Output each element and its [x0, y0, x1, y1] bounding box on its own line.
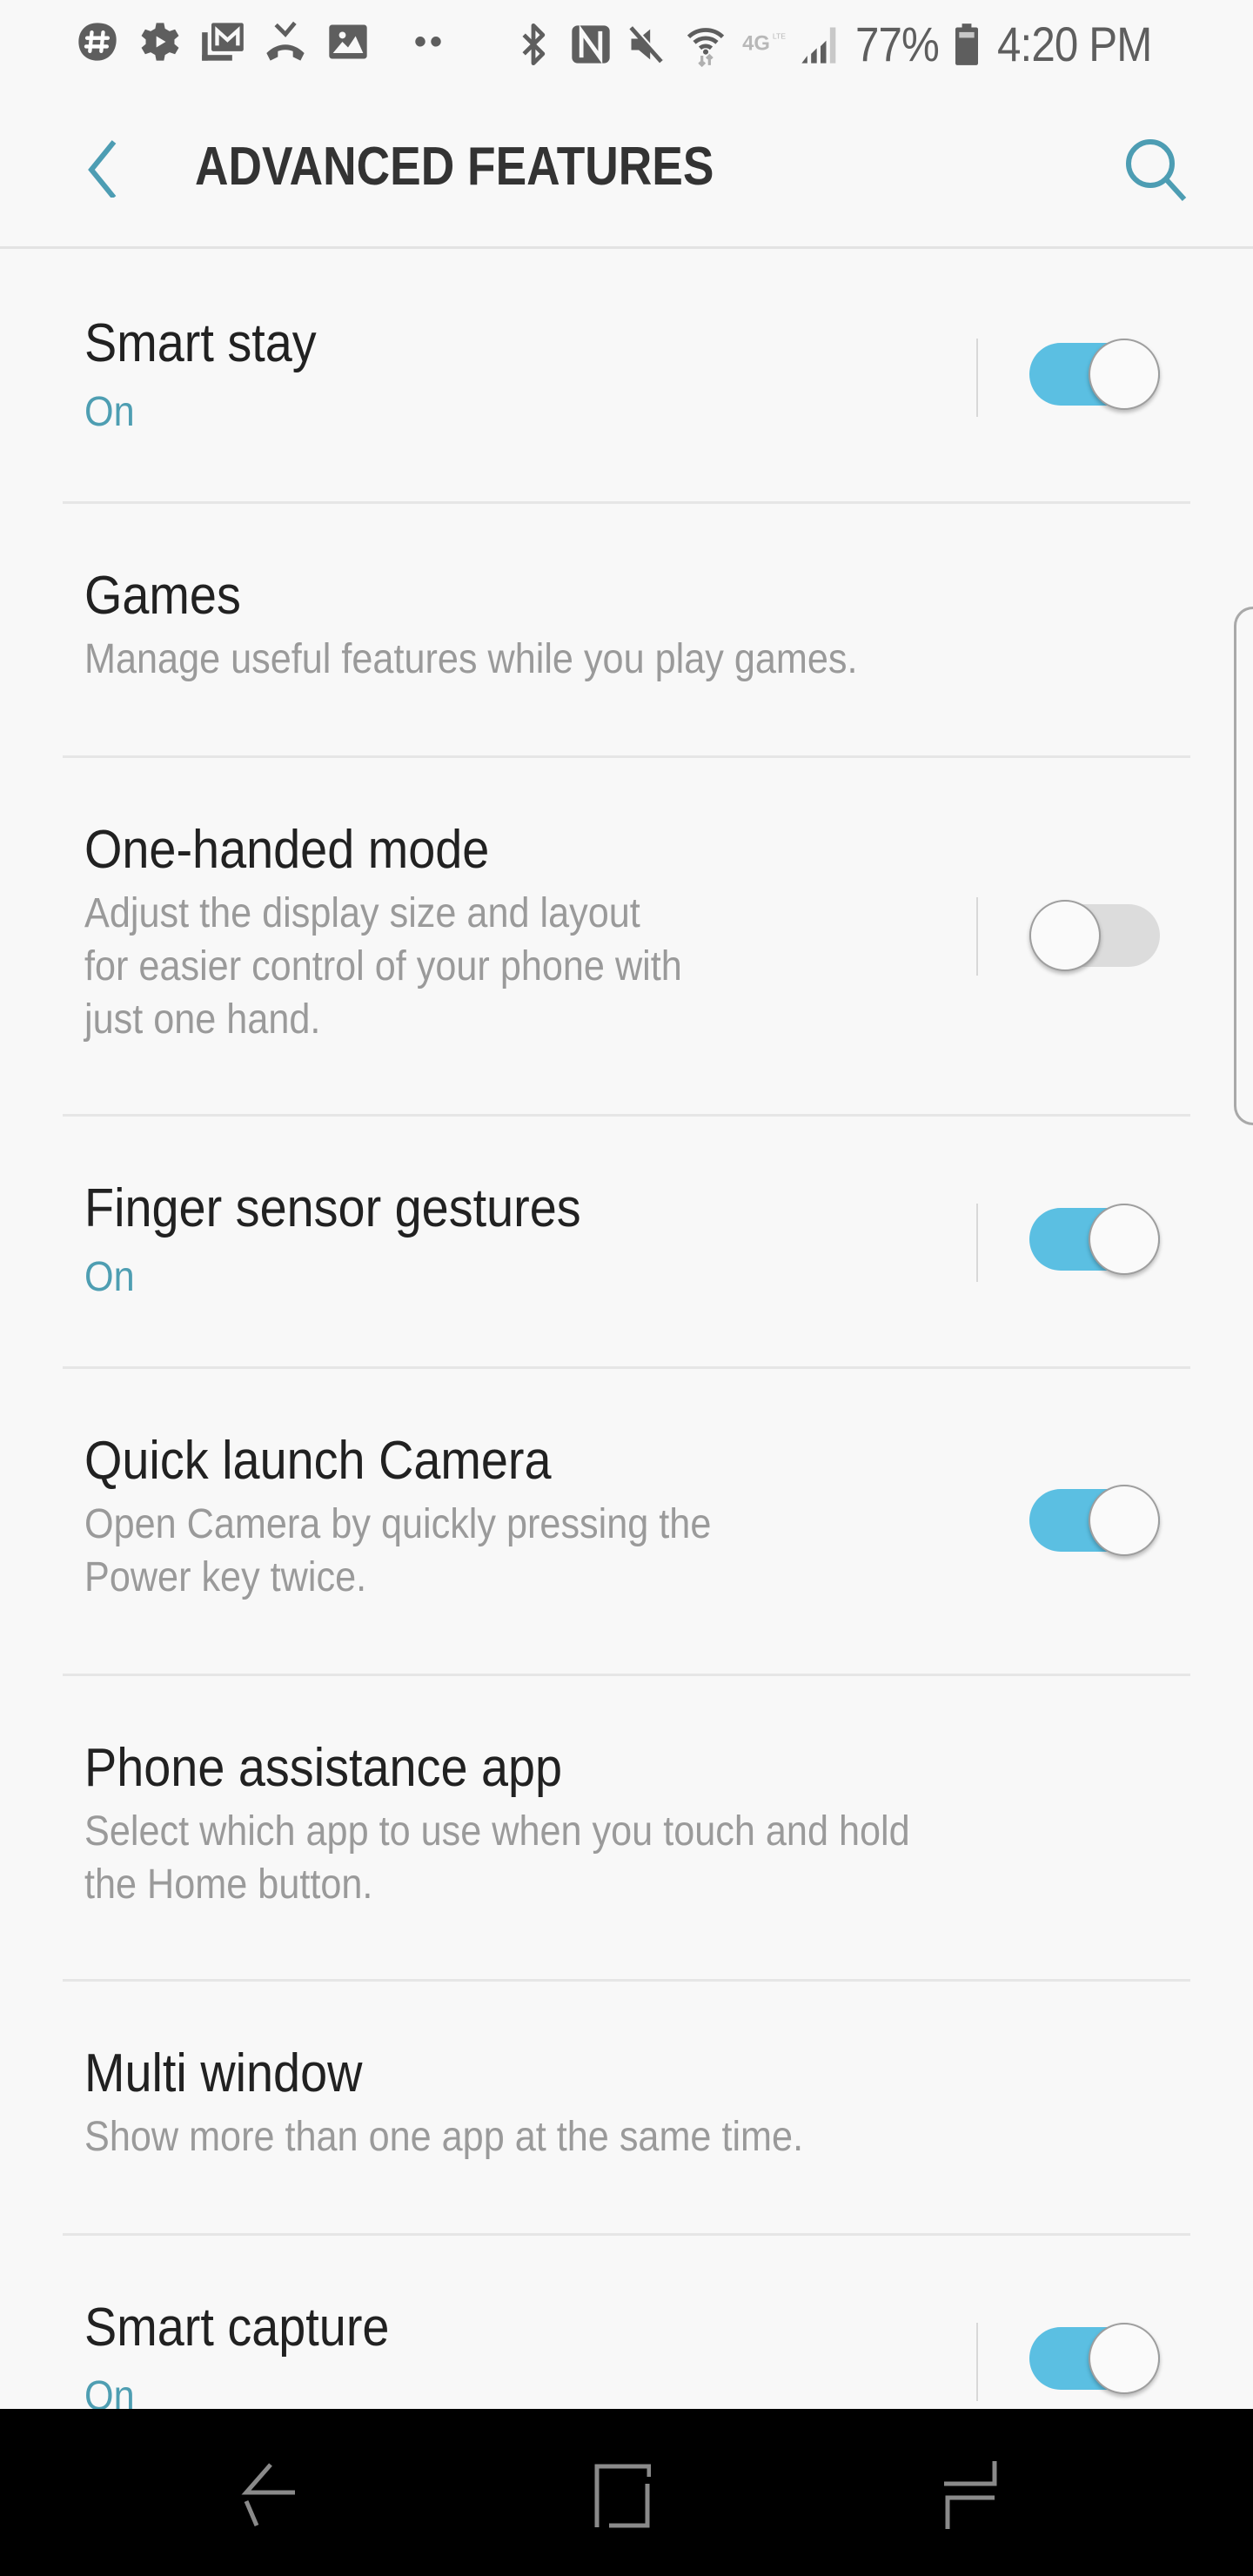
divider-vertical [976, 2323, 978, 2401]
toggle-thumb [1089, 2323, 1160, 2394]
setting-title: Quick launch Camera [84, 1431, 552, 1491]
quick-launch-camera-toggle[interactable] [1029, 1485, 1160, 1556]
setting-status: On [84, 389, 135, 435]
signal-icon [798, 22, 843, 67]
setting-title: Multi window [84, 2043, 363, 2103]
divider-vertical [976, 339, 978, 417]
nav-back-button[interactable] [218, 2452, 322, 2539]
missed-call-icon [263, 19, 308, 64]
battery-icon [950, 22, 983, 67]
toggle-thumb [1089, 339, 1160, 410]
recents-icon [941, 2459, 1002, 2533]
setting-description: Select which app to use when you touch a… [84, 1808, 910, 1855]
more-notifications-indicator: •• [413, 22, 446, 61]
finger-sensor-gestures-toggle[interactable] [1029, 1204, 1160, 1275]
divider-vertical [976, 1204, 978, 1282]
bluetooth-icon [511, 22, 556, 67]
nfc-icon [568, 22, 613, 67]
page-title: ADVANCED FEATURES [195, 137, 714, 197]
gallery-icon [325, 19, 371, 64]
setting-description: Adjust the display size and layout [84, 890, 640, 936]
setting-description: for easier control of your phone with [84, 943, 682, 989]
chevron-left-icon [83, 137, 117, 202]
toggle-thumb [1029, 900, 1101, 971]
search-button[interactable] [1109, 124, 1204, 219]
settings-list: Smart stay On Games Manage useful featur… [0, 252, 1253, 2488]
setting-games[interactable]: Games Manage useful features while you p… [0, 504, 1253, 758]
toggle-thumb [1089, 1204, 1160, 1275]
gmail-icon [200, 19, 245, 64]
slack-icon [75, 19, 120, 64]
setting-multi-window[interactable]: Multi window Show more than one app at t… [0, 1982, 1253, 2236]
4g-lte-icon: 4G LTE [740, 22, 787, 67]
svg-text:4G: 4G [743, 31, 771, 55]
setting-title: One-handed mode [84, 820, 490, 880]
setting-description: Show more than one app at the same time. [84, 2114, 804, 2160]
system-icons: 4G LTE 77% 4:20 PM [511, 16, 1173, 72]
svg-text:LTE: LTE [773, 31, 786, 40]
navigation-bar [0, 2409, 1253, 2576]
mute-icon [626, 22, 671, 67]
setting-finger-sensor-gestures[interactable]: Finger sensor gestures On [0, 1117, 1253, 1369]
clock: 4:20 PM [997, 17, 1152, 71]
setting-one-handed-mode[interactable]: One-handed mode Adjust the display size … [0, 758, 1253, 1117]
setting-title: Games [84, 566, 241, 626]
setting-status: On [84, 1254, 135, 1300]
setting-description: just one hand. [84, 996, 321, 1043]
status-bar: •• 4G LTE 77% 4:20 PM [0, 0, 1253, 87]
setting-description: Manage useful features while you play ga… [84, 636, 858, 682]
smart-stay-toggle[interactable] [1029, 339, 1160, 410]
screen: •• 4G LTE 77% 4:20 PM ADVANCED FEATURES … [0, 0, 1253, 2576]
setting-description: the Home button. [84, 1862, 373, 1908]
setting-quick-launch-camera[interactable]: Quick launch Camera Open Camera by quick… [0, 1369, 1253, 1676]
wifi-icon [683, 22, 728, 67]
setting-title: Phone assistance app [84, 1738, 563, 1798]
search-icon [1122, 135, 1191, 209]
back-button[interactable] [61, 125, 139, 212]
nav-recents-button[interactable] [919, 2452, 1023, 2539]
setting-description: Open Camera by quickly pressing the [84, 1501, 712, 1547]
setting-title: Finger sensor gestures [84, 1178, 581, 1238]
toggle-thumb [1089, 1485, 1160, 1556]
setting-smart-stay[interactable]: Smart stay On [0, 252, 1253, 504]
settings-icon [137, 19, 183, 64]
notification-icons: •• [75, 19, 456, 64]
back-icon [239, 2459, 300, 2533]
app-bar: ADVANCED FEATURES [0, 87, 1253, 249]
setting-title: Smart stay [84, 313, 317, 373]
smart-capture-toggle[interactable] [1029, 2323, 1160, 2394]
setting-title: Smart capture [84, 2298, 390, 2358]
nav-home-button[interactable] [568, 2452, 673, 2539]
one-handed-mode-toggle[interactable] [1029, 900, 1160, 971]
home-icon [590, 2459, 652, 2533]
edge-panel-handle[interactable] [1234, 607, 1253, 1125]
setting-phone-assistance-app[interactable]: Phone assistance app Select which app to… [0, 1676, 1253, 1982]
divider-vertical [976, 897, 978, 976]
battery-percent: 77% [855, 17, 940, 71]
setting-description: Power key twice. [84, 1554, 367, 1600]
